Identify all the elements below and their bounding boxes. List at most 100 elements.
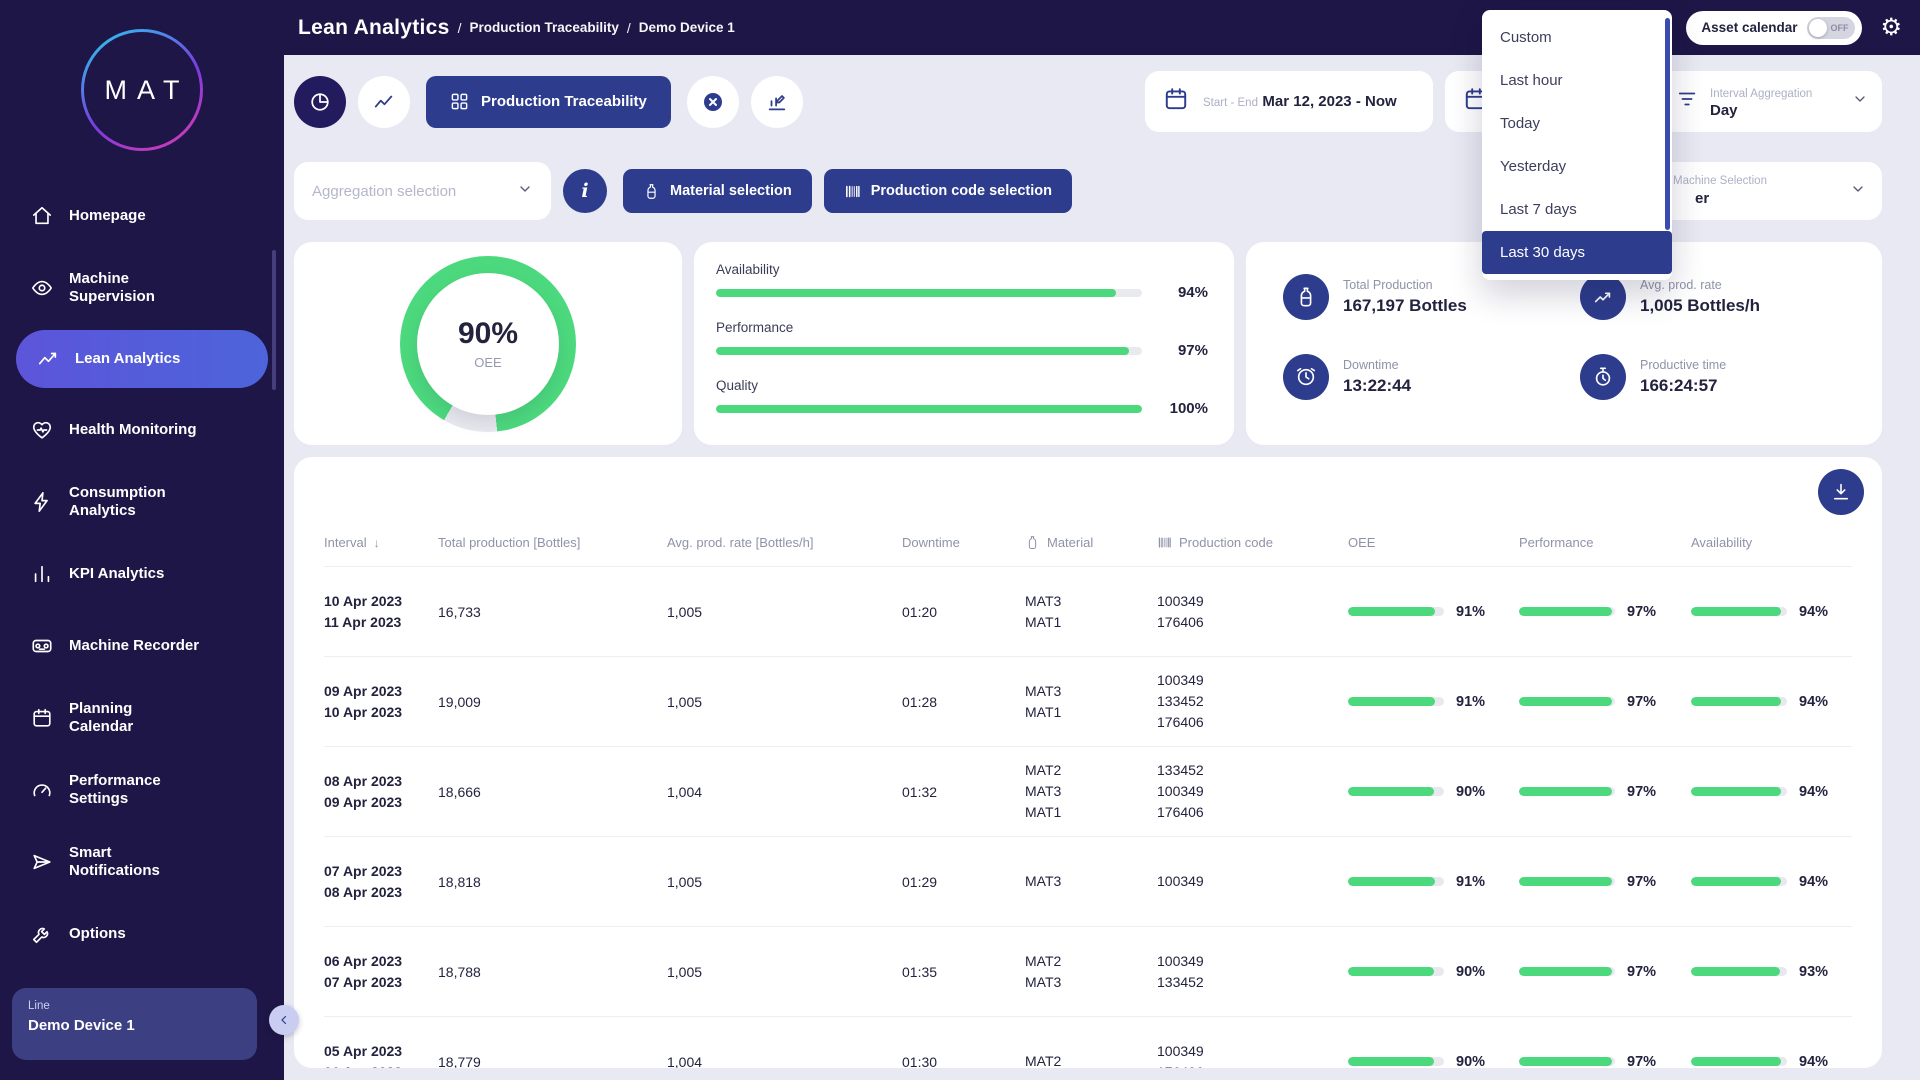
sidebar-item-machine-supervision[interactable]: Machine Supervision — [0, 252, 284, 324]
performance-cell: 97% — [1519, 964, 1691, 980]
time-range-option-selected[interactable]: Last 30 days — [1482, 231, 1672, 274]
downtime-cell: 01:32 — [902, 784, 1025, 800]
time-range-option[interactable]: Yesterday — [1482, 145, 1672, 188]
topbar-right: Asset calendar OFF ⚙ — [1686, 11, 1902, 45]
progress-bar — [1691, 697, 1787, 706]
grid-icon — [450, 92, 469, 111]
calendar-icon — [30, 706, 54, 730]
sidebar-item-kpi-analytics[interactable]: KPI Analytics — [0, 538, 284, 610]
sidebar-item-lean-analytics[interactable]: Lean Analytics — [16, 330, 268, 388]
stat-total-production: Total Production167,197 Bottles — [1283, 274, 1580, 320]
trend-view-button[interactable] — [358, 76, 410, 128]
table-row: 08 Apr 2023 09 Apr 202318,6661,00401:32M… — [324, 747, 1852, 837]
date-range-picker[interactable]: Start - End Mar 12, 2023 - Now — [1145, 71, 1433, 132]
toggle-knob — [1809, 19, 1827, 37]
progress-bar — [1519, 1057, 1615, 1066]
app-root: MAT Homepage Machine Supervision Lean An… — [0, 0, 1920, 1080]
availability-cell: 94% — [1691, 604, 1852, 620]
interval-cell: 06 Apr 2023 07 Apr 2023 — [324, 951, 438, 992]
edit-chart-button[interactable] — [751, 76, 803, 128]
time-range-option[interactable]: Today — [1482, 102, 1672, 145]
oee-gauge-card: 90% OEE — [294, 242, 682, 445]
material-cell: MAT3 — [1025, 871, 1157, 892]
time-range-option[interactable]: Custom — [1482, 16, 1672, 59]
machine-selection-value: er — [1695, 190, 1767, 207]
stopwatch-icon — [1580, 354, 1626, 400]
interval-cell: 07 Apr 2023 08 Apr 2023 — [324, 861, 438, 902]
production-code-cell: 100349 176406 — [1157, 591, 1348, 633]
total-production-cell: 19,009 — [438, 694, 667, 710]
progress-bar — [716, 347, 1142, 355]
table-body: 10 Apr 2023 11 Apr 202316,7331,00501:20M… — [324, 567, 1852, 1068]
interval-aggregation-select[interactable]: Interval Aggregation Day — [1660, 71, 1882, 132]
oee-label: OEE — [474, 355, 501, 370]
availability-cell: 94% — [1691, 874, 1852, 890]
availability-cell: 93% — [1691, 964, 1852, 980]
downtime-cell: 01:29 — [902, 874, 1025, 890]
time-range-option[interactable]: Last 7 days — [1482, 188, 1672, 231]
time-range-option[interactable]: Last hour — [1482, 59, 1672, 102]
production-code-cell: 133452 100349 176406 — [1157, 760, 1348, 823]
sidebar-item-consumption-analytics[interactable]: Consumption Analytics — [0, 466, 284, 538]
performance-cell: 97% — [1519, 784, 1691, 800]
pie-chart-view-button[interactable] — [294, 76, 346, 128]
material-cell: MAT2 — [1025, 1051, 1157, 1068]
gear-icon[interactable]: ⚙ — [1880, 16, 1902, 40]
material-cell: MAT3 MAT1 — [1025, 591, 1157, 633]
x-circle-icon — [701, 90, 725, 114]
main-area: Lean Analytics / Production Traceability… — [284, 0, 1920, 1080]
asset-calendar-toggle[interactable]: OFF — [1807, 17, 1855, 39]
column-header-performance: Performance — [1519, 535, 1691, 550]
stat-downtime: Downtime13:22:44 — [1283, 354, 1580, 400]
breadcrumb-item[interactable]: Demo Device 1 — [639, 20, 735, 35]
progress-bar — [1348, 967, 1444, 976]
material-selection-button[interactable]: Material selection — [623, 169, 812, 213]
progress-bar — [1348, 697, 1444, 706]
sidebar-collapse-button[interactable] — [269, 1005, 299, 1035]
production-code-selection-button[interactable]: Production code selection — [824, 169, 1072, 213]
sidebar-item-homepage[interactable]: Homepage — [0, 180, 284, 252]
avg-rate-cell: 1,004 — [667, 1054, 902, 1069]
sidebar-item-performance-settings[interactable]: Performance Settings — [0, 754, 284, 826]
sidebar-item-options[interactable]: Options — [0, 898, 284, 970]
date-range-label: Start - End — [1203, 97, 1258, 109]
kpi-bar-performance: Performance 97% — [716, 320, 1208, 359]
bolt-icon — [30, 490, 54, 514]
table-row: 07 Apr 2023 08 Apr 202318,8181,00501:29M… — [324, 837, 1852, 927]
sidebar-item-planning-calendar[interactable]: Planning Calendar — [0, 682, 284, 754]
production-traceability-button[interactable]: Production Traceability — [426, 76, 671, 128]
info-button[interactable]: i — [563, 169, 607, 213]
progress-bar — [716, 405, 1142, 413]
logo-circle: MAT — [81, 29, 203, 151]
time-range-dropdown: Custom Last hour Today Yesterday Last 7 … — [1482, 10, 1672, 280]
total-production-cell: 18,666 — [438, 784, 667, 800]
clear-filters-button[interactable] — [687, 76, 739, 128]
line-chart-icon — [36, 347, 60, 371]
downtime-clock-icon — [1283, 354, 1329, 400]
availability-cell: 94% — [1691, 1054, 1852, 1069]
progress-bar — [1519, 877, 1615, 886]
download-button[interactable] — [1818, 469, 1864, 515]
progress-bar — [716, 289, 1142, 297]
total-production-cell: 16,733 — [438, 604, 667, 620]
device-line-label: Line — [28, 1000, 241, 1012]
oee-value: 90% — [458, 317, 518, 351]
avg-rate-cell: 1,005 — [667, 694, 902, 710]
total-production-cell: 18,779 — [438, 1054, 667, 1069]
dropdown-scrollbar[interactable] — [1665, 18, 1670, 230]
aggregation-select[interactable]: Aggregation selection — [294, 162, 551, 220]
bottle-icon — [1283, 274, 1329, 320]
sidebar-scrollbar[interactable] — [272, 250, 276, 390]
interval-aggregation-value: Day — [1710, 102, 1738, 119]
sidebar-item-smart-notifications[interactable]: Smart Notifications — [0, 826, 284, 898]
sidebar-item-health-monitoring[interactable]: Health Monitoring — [0, 394, 284, 466]
production-code-cell: 100349 133452 — [1157, 951, 1348, 993]
performance-cell: 97% — [1519, 604, 1691, 620]
total-production-cell: 18,818 — [438, 874, 667, 890]
sidebar-item-machine-recorder[interactable]: Machine Recorder — [0, 610, 284, 682]
availability-cell: 94% — [1691, 784, 1852, 800]
column-header-total-production: Total production [Bottles] — [438, 535, 667, 550]
breadcrumb-item[interactable]: Production Traceability — [470, 20, 619, 35]
column-header-interval[interactable]: Interval↓ — [324, 535, 438, 550]
content: Production Traceability Start - End Mar … — [284, 55, 1920, 1080]
